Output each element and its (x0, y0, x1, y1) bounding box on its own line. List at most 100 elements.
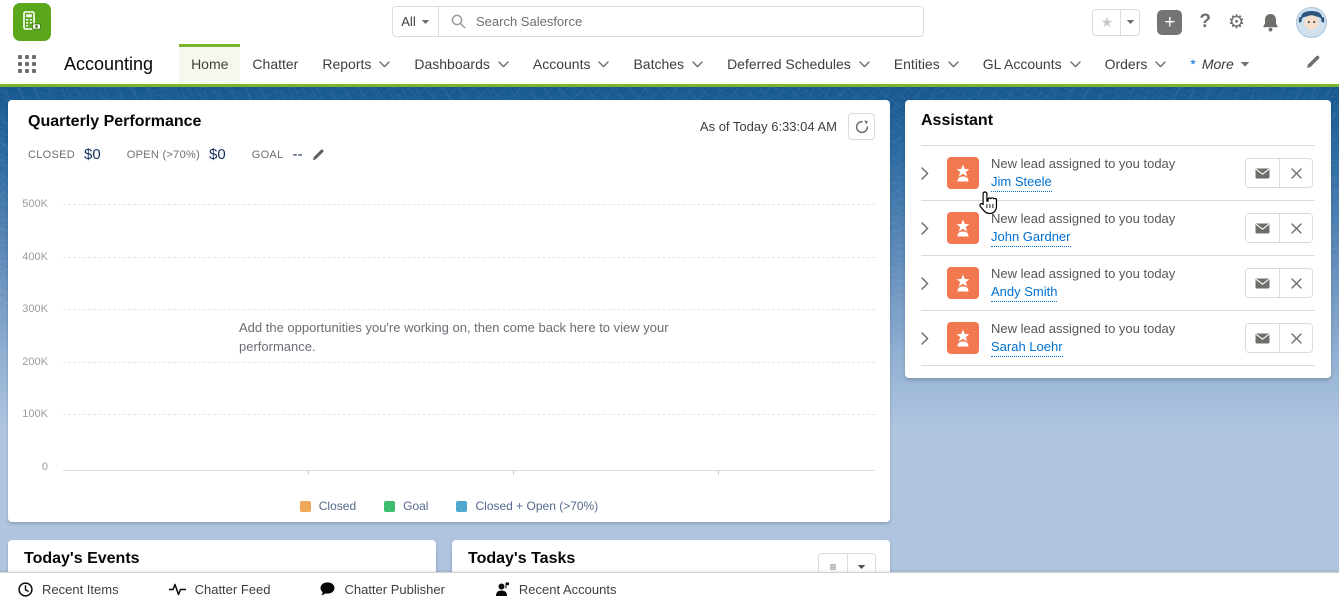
chevron-down-icon[interactable] (1070, 61, 1081, 68)
chevron-down-icon[interactable] (498, 61, 509, 68)
chevron-down-icon[interactable] (598, 61, 609, 68)
chevron-down-icon[interactable] (379, 61, 390, 68)
app-name: Accounting (64, 54, 153, 75)
assistant-item-actions (1245, 158, 1313, 188)
nav-tab[interactable]: Entities (882, 44, 971, 84)
person-icon (495, 582, 510, 597)
lead-icon (947, 157, 979, 189)
edit-nav-pencil-icon[interactable] (1306, 54, 1321, 74)
lead-name-link[interactable]: John Gardner (991, 227, 1071, 247)
notifications-bell-icon[interactable] (1262, 13, 1279, 32)
nav-tab-label: Home (191, 56, 228, 72)
search-scope-label: All (401, 14, 415, 29)
performance-chart: 500K 400K 300K 200K 100K 0 (8, 100, 890, 522)
chevron-right-icon[interactable] (921, 167, 947, 180)
calculator-icon (20, 10, 44, 34)
chevron-down-icon[interactable] (948, 61, 959, 68)
legend-swatch (300, 501, 311, 512)
search-icon (451, 14, 466, 29)
search-scope-selector[interactable]: All (393, 7, 439, 36)
email-icon[interactable] (1246, 269, 1279, 297)
chevron-right-icon[interactable] (921, 222, 947, 235)
y-axis-tick-label: 0 (8, 461, 48, 473)
chart-legend: Closed Goal Closed + Open (>70%) (8, 499, 890, 513)
chevron-down-icon[interactable] (692, 61, 703, 68)
nav-tab-label: Orders (1105, 56, 1148, 72)
nav-tab-label: Batches (633, 56, 684, 72)
assistant-item: New lead assigned to you today Jim Steel… (921, 146, 1315, 201)
chevron-down-icon (421, 19, 430, 25)
global-search: All (392, 6, 924, 37)
nav-tab[interactable]: Home (179, 44, 240, 84)
nav-tab[interactable]: GL Accounts (971, 44, 1093, 84)
header-actions: ★ + ? ⚙ (1092, 0, 1327, 44)
nav-tab[interactable]: Accounts (521, 44, 622, 84)
search-input[interactable] (476, 14, 911, 29)
gridline (63, 204, 875, 205)
utility-item-label: Chatter Feed (195, 582, 271, 597)
utility-item-label: Recent Items (42, 582, 119, 597)
utility-chatter-publisher[interactable]: Chatter Publisher (320, 582, 444, 597)
nav-tab[interactable]: Orders (1093, 44, 1179, 84)
utility-chatter-feed[interactable]: Chatter Feed (169, 582, 271, 597)
favorites-star-icon[interactable]: ★ (1093, 10, 1120, 35)
temporary-tab-asterisk: * (1190, 56, 1195, 72)
assistant-item-text: New lead assigned to you today Andy Smit… (991, 265, 1245, 302)
legend-label: Closed (319, 499, 356, 513)
quarterly-performance-card: Quarterly Performance As of Today 6:33:0… (8, 100, 890, 522)
dismiss-x-icon[interactable] (1279, 214, 1312, 242)
assistant-item-text: New lead assigned to you today Sarah Loe… (991, 320, 1245, 357)
legend-swatch (456, 501, 467, 512)
favorites-menu-button[interactable] (1120, 10, 1139, 35)
nav-tab-label: Dashboards (414, 56, 490, 72)
legend-item: Closed (300, 499, 356, 513)
nav-tab[interactable]: Chatter (240, 44, 310, 84)
legend-item: Goal (384, 499, 428, 513)
y-axis-tick-label: 500K (8, 198, 48, 210)
lead-icon (947, 267, 979, 299)
lead-name-link[interactable]: Andy Smith (991, 282, 1057, 302)
nav-tab[interactable]: Reports (310, 44, 402, 84)
nav-tab-more[interactable]: * More (1178, 44, 1261, 84)
utility-recent-items[interactable]: Recent Items (18, 582, 119, 597)
dismiss-x-icon[interactable] (1279, 269, 1312, 297)
global-add-icon[interactable]: + (1157, 10, 1182, 35)
email-icon[interactable] (1246, 214, 1279, 242)
chart-empty-message: Add the opportunities you're working on,… (235, 316, 703, 358)
chevron-right-icon[interactable] (921, 332, 947, 345)
lead-name-link[interactable]: Jim Steele (991, 172, 1052, 192)
assistant-item: New lead assigned to you today Sarah Loe… (921, 311, 1315, 366)
nav-tabs: Home Chatter Reports Dashboards Accounts (179, 44, 1178, 84)
global-header: All ★ + ? ⚙ (0, 0, 1339, 44)
chevron-down-icon[interactable] (859, 61, 870, 68)
speech-bubble-icon (320, 582, 335, 596)
utility-item-label: Chatter Publisher (344, 582, 444, 597)
dismiss-x-icon[interactable] (1279, 159, 1312, 187)
assistant-item-text: New lead assigned to you today Jim Steel… (991, 155, 1245, 192)
assistant-item: New lead assigned to you today Andy Smit… (921, 256, 1315, 311)
app-launcher-waffle-icon[interactable] (18, 55, 44, 73)
chart-x-labels (63, 477, 875, 493)
nav-tab-label: Deferred Schedules (727, 56, 851, 72)
help-icon[interactable]: ? (1199, 11, 1211, 33)
nav-tab[interactable]: Dashboards (402, 44, 521, 84)
email-icon[interactable] (1246, 324, 1279, 352)
chevron-down-icon[interactable] (1155, 61, 1166, 68)
lead-icon (947, 212, 979, 244)
utility-bar: Recent Items Chatter Feed Chatter Publis… (0, 572, 1339, 605)
assistant-card: Assistant New lead assigned to you today… (905, 100, 1331, 378)
nav-tab[interactable]: Deferred Schedules (715, 44, 882, 84)
utility-recent-accounts[interactable]: Recent Accounts (495, 582, 617, 597)
dismiss-x-icon[interactable] (1279, 324, 1312, 352)
user-avatar[interactable] (1296, 7, 1327, 38)
assistant-title: Assistant (921, 112, 993, 130)
email-icon[interactable] (1246, 159, 1279, 187)
accounting-app-logo[interactable] (13, 3, 51, 41)
chevron-right-icon[interactable] (921, 277, 947, 290)
setup-gear-icon[interactable]: ⚙ (1228, 11, 1245, 34)
lead-name-link[interactable]: Sarah Loehr (991, 337, 1063, 357)
assistant-item-actions (1245, 213, 1313, 243)
todays-tasks-title: Today's Tasks (468, 550, 575, 568)
y-axis-tick-label: 100K (8, 408, 48, 420)
nav-tab[interactable]: Batches (621, 44, 715, 84)
